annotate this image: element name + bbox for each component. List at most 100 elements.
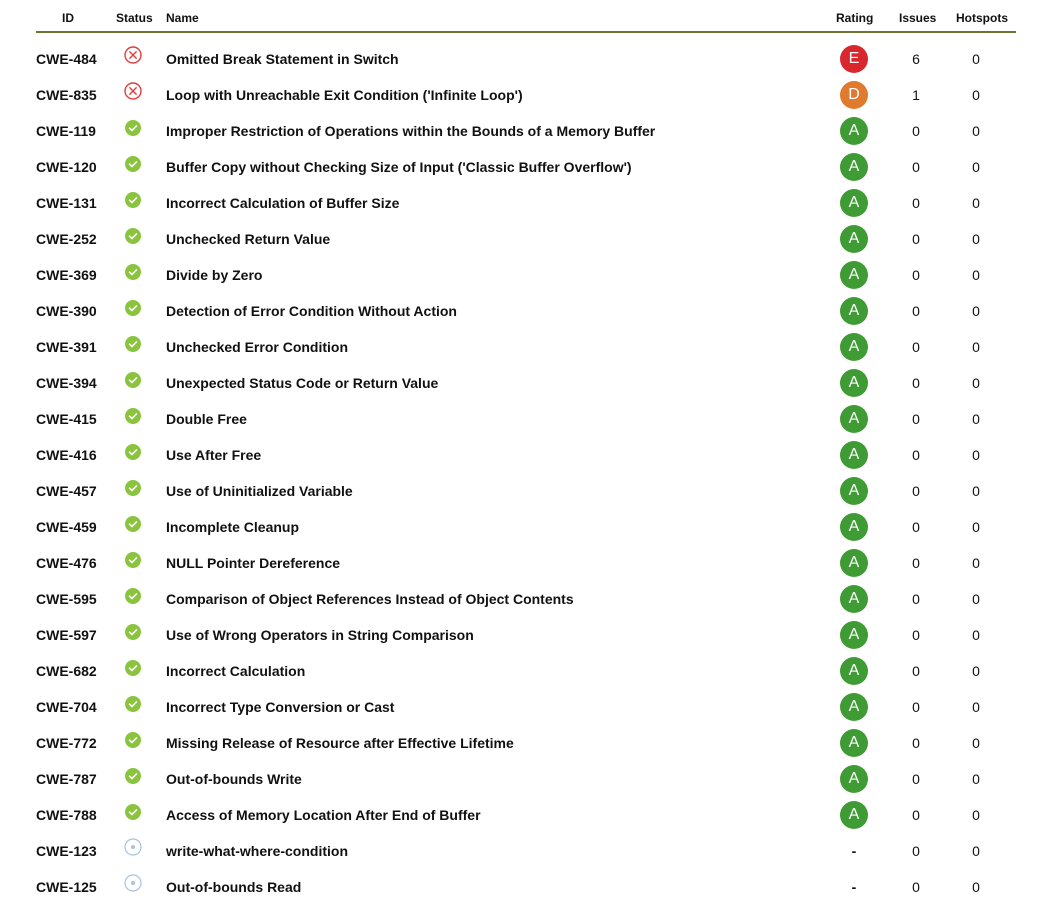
cwe-name[interactable]: Loop with Unreachable Exit Condition ('I…: [166, 77, 826, 113]
cwe-id[interactable]: CWE-123: [36, 833, 106, 869]
hotspots-count[interactable]: 0: [964, 797, 988, 833]
column-header-id[interactable]: ID: [62, 11, 74, 25]
issues-count[interactable]: 0: [904, 545, 928, 581]
column-header-status[interactable]: Status: [116, 11, 153, 25]
issues-count[interactable]: 0: [904, 473, 928, 509]
hotspots-count[interactable]: 0: [964, 77, 988, 113]
table-row[interactable]: CWE-415 Double Free A 0 0: [36, 401, 1016, 437]
table-row[interactable]: CWE-252 Unchecked Return Value A 0 0: [36, 221, 1016, 257]
cwe-name[interactable]: Use After Free: [166, 437, 826, 473]
hotspots-count[interactable]: 0: [964, 329, 988, 365]
issues-count[interactable]: 1: [904, 77, 928, 113]
hotspots-count[interactable]: 0: [964, 869, 988, 905]
cwe-name[interactable]: write-what-where-condition: [166, 833, 826, 869]
issues-count[interactable]: 0: [904, 581, 928, 617]
cwe-name[interactable]: Missing Release of Resource after Effect…: [166, 725, 826, 761]
table-row[interactable]: CWE-484 Omitted Break Statement in Switch…: [36, 41, 1016, 77]
cwe-id[interactable]: CWE-390: [36, 293, 106, 329]
table-row[interactable]: CWE-119 Improper Restriction of Operation…: [36, 113, 1016, 149]
hotspots-count[interactable]: 0: [964, 689, 988, 725]
hotspots-count[interactable]: 0: [964, 365, 988, 401]
table-row[interactable]: CWE-416 Use After Free A 0 0: [36, 437, 1016, 473]
cwe-name[interactable]: Incorrect Type Conversion or Cast: [166, 689, 826, 725]
hotspots-count[interactable]: 0: [964, 509, 988, 545]
table-row[interactable]: CWE-391 Unchecked Error Condition A 0 0: [36, 329, 1016, 365]
cwe-id[interactable]: CWE-394: [36, 365, 106, 401]
table-row[interactable]: CWE-704 Incorrect Type Conversion or Cast…: [36, 689, 1016, 725]
cwe-id[interactable]: CWE-131: [36, 185, 106, 221]
issues-count[interactable]: 0: [904, 725, 928, 761]
column-header-issues[interactable]: Issues: [899, 11, 936, 25]
cwe-id[interactable]: CWE-704: [36, 689, 106, 725]
table-row[interactable]: CWE-120 Buffer Copy without Checking Size…: [36, 149, 1016, 185]
table-row[interactable]: CWE-788 Access of Memory Location After E…: [36, 797, 1016, 833]
cwe-id[interactable]: CWE-772: [36, 725, 106, 761]
issues-count[interactable]: 0: [904, 833, 928, 869]
cwe-id[interactable]: CWE-120: [36, 149, 106, 185]
table-row[interactable]: CWE-597 Use of Wrong Operators in String …: [36, 617, 1016, 653]
hotspots-count[interactable]: 0: [964, 257, 988, 293]
cwe-id[interactable]: CWE-416: [36, 437, 106, 473]
hotspots-count[interactable]: 0: [964, 149, 988, 185]
hotspots-count[interactable]: 0: [964, 581, 988, 617]
hotspots-count[interactable]: 0: [964, 617, 988, 653]
table-row[interactable]: CWE-476 NULL Pointer Dereference A 0 0: [36, 545, 1016, 581]
issues-count[interactable]: 0: [904, 437, 928, 473]
table-row[interactable]: CWE-390 Detection of Error Condition With…: [36, 293, 1016, 329]
hotspots-count[interactable]: 0: [964, 833, 988, 869]
hotspots-count[interactable]: 0: [964, 185, 988, 221]
issues-count[interactable]: 0: [904, 509, 928, 545]
cwe-name[interactable]: Use of Uninitialized Variable: [166, 473, 826, 509]
cwe-name[interactable]: Access of Memory Location After End of B…: [166, 797, 826, 833]
cwe-id[interactable]: CWE-484: [36, 41, 106, 77]
issues-count[interactable]: 0: [904, 221, 928, 257]
table-row[interactable]: CWE-787 Out-of-bounds Write A 0 0: [36, 761, 1016, 797]
table-row[interactable]: CWE-369 Divide by Zero A 0 0: [36, 257, 1016, 293]
table-row[interactable]: CWE-131 Incorrect Calculation of Buffer S…: [36, 185, 1016, 221]
cwe-name[interactable]: Divide by Zero: [166, 257, 826, 293]
cwe-name[interactable]: Use of Wrong Operators in String Compari…: [166, 617, 826, 653]
cwe-name[interactable]: Unexpected Status Code or Return Value: [166, 365, 826, 401]
cwe-id[interactable]: CWE-597: [36, 617, 106, 653]
issues-count[interactable]: 0: [904, 293, 928, 329]
table-row[interactable]: CWE-457 Use of Uninitialized Variable A 0 0: [36, 473, 1016, 509]
column-header-name[interactable]: Name: [166, 11, 199, 25]
table-row[interactable]: CWE-125 Out-of-bounds Read - 0 0: [36, 869, 1016, 905]
issues-count[interactable]: 0: [904, 869, 928, 905]
cwe-id[interactable]: CWE-391: [36, 329, 106, 365]
cwe-name[interactable]: Unchecked Return Value: [166, 221, 826, 257]
table-row[interactable]: CWE-123 write-what-where-condition - 0 0: [36, 833, 1016, 869]
issues-count[interactable]: 0: [904, 113, 928, 149]
cwe-name[interactable]: Unchecked Error Condition: [166, 329, 826, 365]
issues-count[interactable]: 0: [904, 689, 928, 725]
issues-count[interactable]: 6: [904, 41, 928, 77]
cwe-name[interactable]: Incorrect Calculation: [166, 653, 826, 689]
cwe-name[interactable]: Incomplete Cleanup: [166, 509, 826, 545]
issues-count[interactable]: 0: [904, 257, 928, 293]
hotspots-count[interactable]: 0: [964, 401, 988, 437]
hotspots-count[interactable]: 0: [964, 437, 988, 473]
cwe-id[interactable]: CWE-835: [36, 77, 106, 113]
cwe-id[interactable]: CWE-682: [36, 653, 106, 689]
hotspots-count[interactable]: 0: [964, 221, 988, 257]
issues-count[interactable]: 0: [904, 185, 928, 221]
issues-count[interactable]: 0: [904, 653, 928, 689]
table-row[interactable]: CWE-772 Missing Release of Resource after…: [36, 725, 1016, 761]
cwe-name[interactable]: Buffer Copy without Checking Size of Inp…: [166, 149, 826, 185]
hotspots-count[interactable]: 0: [964, 725, 988, 761]
issues-count[interactable]: 0: [904, 149, 928, 185]
cwe-name[interactable]: Improper Restriction of Operations withi…: [166, 113, 826, 149]
hotspots-count[interactable]: 0: [964, 113, 988, 149]
table-row[interactable]: CWE-682 Incorrect Calculation A 0 0: [36, 653, 1016, 689]
cwe-name[interactable]: Incorrect Calculation of Buffer Size: [166, 185, 826, 221]
issues-count[interactable]: 0: [904, 329, 928, 365]
hotspots-count[interactable]: 0: [964, 545, 988, 581]
cwe-name[interactable]: Double Free: [166, 401, 826, 437]
issues-count[interactable]: 0: [904, 401, 928, 437]
cwe-name[interactable]: NULL Pointer Dereference: [166, 545, 826, 581]
cwe-name[interactable]: Out-of-bounds Read: [166, 869, 826, 905]
cwe-id[interactable]: CWE-252: [36, 221, 106, 257]
table-row[interactable]: CWE-394 Unexpected Status Code or Return …: [36, 365, 1016, 401]
issues-count[interactable]: 0: [904, 797, 928, 833]
cwe-id[interactable]: CWE-459: [36, 509, 106, 545]
